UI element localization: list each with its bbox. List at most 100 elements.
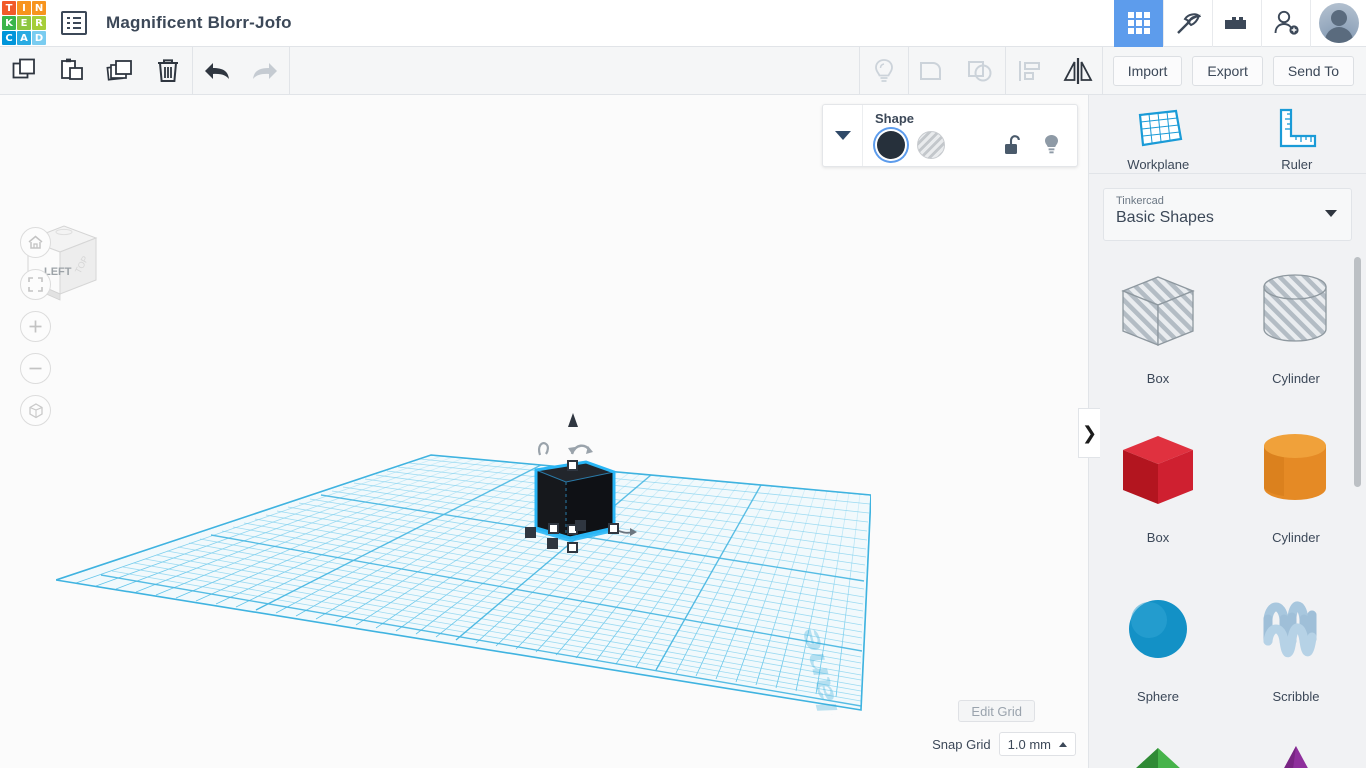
minus-icon [29, 367, 42, 370]
shape-item-pyramid[interactable] [1098, 726, 1218, 768]
shape-library-select[interactable]: Tinkercad Basic Shapes [1103, 188, 1352, 241]
resize-handle-bottom-left[interactable] [547, 538, 558, 549]
hide-button[interactable] [860, 47, 908, 95]
group-button[interactable] [909, 47, 957, 95]
grid-icon [1128, 12, 1150, 34]
solid-color-swatch[interactable] [877, 131, 905, 159]
learn-button[interactable] [1163, 0, 1212, 47]
paste-icon [60, 58, 83, 80]
shape-item-box-hole[interactable]: Box [1098, 255, 1218, 386]
shape-panel-row [875, 131, 1065, 159]
edit-grid-button[interactable]: Edit Grid [958, 700, 1035, 722]
tinkercad-logo[interactable]: T I N K E R C A D [1, 0, 47, 46]
person-add-icon [1274, 10, 1299, 35]
chevron-up-icon [1059, 741, 1067, 747]
projection-toggle-button[interactable] [20, 395, 51, 426]
shape-item-box-red[interactable]: Box [1098, 414, 1218, 545]
export-button[interactable]: Export [1192, 55, 1263, 86]
logo-tile-t: T [2, 1, 16, 15]
ruler-tool-label: Ruler [1281, 157, 1313, 172]
shapes-grid[interactable]: Box Cylinder Box Cylinder Sphere Scribbl… [1089, 247, 1366, 768]
copy-button[interactable] [0, 47, 48, 95]
ruler-tool[interactable]: Ruler [1228, 95, 1366, 173]
shape-item-cylinder-orange[interactable]: Cylinder [1236, 414, 1356, 545]
ungroup-button[interactable] [957, 47, 1005, 95]
paste-button[interactable] [48, 47, 96, 95]
workplane-grid-icon [1139, 109, 1183, 147]
panel-tools-row: Workplane Ruler [1089, 95, 1366, 173]
chevron-down-icon [1325, 210, 1337, 217]
duplicate-icon [106, 60, 132, 81]
shape-label: Cylinder [1272, 371, 1320, 386]
shape-panel-body: Shape [863, 105, 1077, 166]
lightbulb-icon [874, 58, 893, 82]
shape-item-scribble[interactable]: Scribble [1236, 573, 1356, 704]
shapes-panel-scrollbar[interactable] [1354, 257, 1361, 487]
fit-view-button[interactable] [20, 269, 51, 300]
workplane-tool-label: Workplane [1127, 157, 1190, 172]
mirror-icon [1063, 57, 1093, 84]
align-button[interactable] [1006, 47, 1054, 95]
mirror-button[interactable] [1054, 47, 1102, 95]
shape-thumbnail [1098, 726, 1218, 768]
shape-thumbnail [1098, 255, 1218, 367]
shape-panel-title: Shape [875, 111, 915, 126]
tinkercad-app: T I N K E R C A D Magnificent Blorr-Jofo [0, 0, 1366, 768]
3d-viewport[interactable]: Workplane [0, 95, 1088, 768]
hole-swatch[interactable] [917, 131, 945, 159]
shapes-row [1089, 726, 1366, 768]
home-view-button[interactable] [20, 227, 51, 258]
gallery-button[interactable] [1114, 0, 1163, 47]
resize-handle-front-mid[interactable] [525, 527, 536, 538]
shape-item-cylinder-hole[interactable]: Cylinder [1236, 255, 1356, 386]
zoom-in-button[interactable] [20, 311, 51, 342]
send-to-button[interactable]: Send To [1272, 55, 1354, 86]
workplane-tool[interactable]: Workplane [1089, 95, 1228, 173]
workplane-grid[interactable]: Workplane [56, 365, 871, 715]
shape-panel-collapse-button[interactable] [823, 105, 863, 166]
box-hole-icon [1121, 276, 1195, 346]
delete-button[interactable] [144, 47, 192, 95]
invite-button[interactable] [1261, 0, 1310, 47]
document-list-icon[interactable] [61, 11, 87, 35]
shapes-row: Box Cylinder [1089, 414, 1366, 545]
shape-label: Box [1146, 530, 1170, 545]
selected-shape[interactable] [520, 410, 650, 555]
resize-handle-front-left[interactable] [548, 523, 559, 534]
resize-handle-top[interactable] [567, 460, 578, 471]
duplicate-button[interactable] [96, 47, 144, 95]
shape-label: Box [1146, 371, 1170, 386]
shapes-side-panel: Workplane Ruler Tinkercad Basic Shapes B… [1088, 95, 1366, 768]
sphere-icon [1129, 600, 1187, 658]
logo-tile-n: N [32, 1, 46, 15]
resize-handle-inner[interactable] [575, 520, 586, 531]
zoom-out-button[interactable] [20, 353, 51, 384]
redo-button[interactable] [241, 47, 289, 95]
ungroup-shapes-icon [967, 60, 992, 81]
cone-icon [1284, 746, 1308, 768]
shape-item-cone[interactable] [1236, 726, 1356, 768]
avatar-button[interactable] [1310, 0, 1366, 47]
unlocked-padlock-icon[interactable] [1003, 133, 1024, 157]
box-solid-icon [1123, 436, 1193, 504]
logo-tile-d: D [32, 31, 46, 45]
snap-grid-select[interactable]: 1.0 mm [998, 732, 1076, 756]
undo-button[interactable] [193, 47, 241, 95]
logo-tile-a: A [17, 31, 31, 45]
trash-icon [158, 59, 178, 82]
panel-collapse-tab[interactable]: ❯ [1078, 408, 1100, 458]
resize-handle-right[interactable] [608, 523, 619, 534]
shape-properties-panel: Shape [822, 104, 1078, 167]
logo-tile-c: C [2, 31, 16, 45]
avatar [1318, 3, 1359, 43]
blocks-button[interactable] [1212, 0, 1261, 47]
lightbulb-icon[interactable] [1042, 133, 1061, 157]
top-bar: T I N K E R C A D Magnificent Blorr-Jofo [0, 0, 1366, 47]
shape-thumbnail [1098, 573, 1218, 685]
import-button[interactable]: Import [1112, 55, 1183, 86]
brick-icon [1225, 17, 1246, 29]
shape-thumbnail [1236, 726, 1356, 768]
resize-handle-bottom-mid[interactable] [567, 542, 578, 553]
logo-tile-e: E [17, 16, 31, 30]
shape-item-sphere[interactable]: Sphere [1098, 573, 1218, 704]
